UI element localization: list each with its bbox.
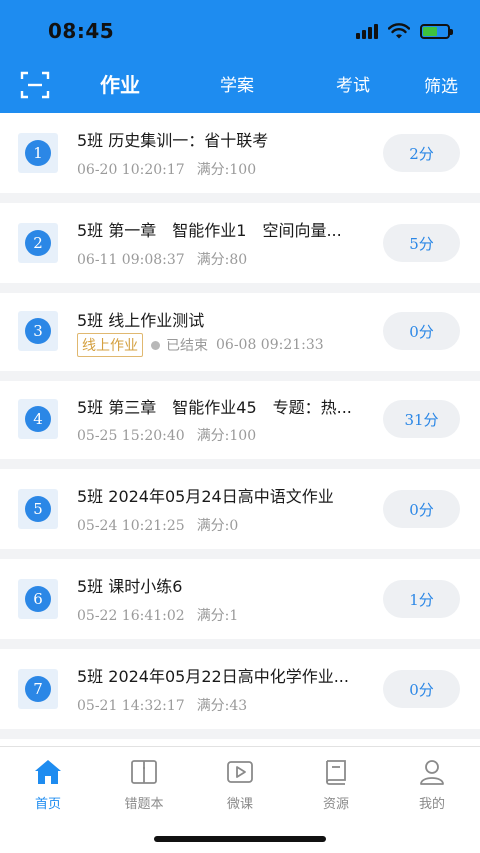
book-open-icon (131, 760, 157, 784)
item-meta: 06-20 10:20:17 满分:100 (77, 159, 256, 179)
item-full-score: 满分:43 (196, 698, 248, 714)
homework-item-partial (0, 739, 480, 746)
item-meta: 06-11 09:08:37 满分:80 (77, 249, 247, 269)
item-number-badge: 5 (18, 489, 58, 529)
tab-homework[interactable]: 作业 (100, 69, 140, 98)
score-pill[interactable]: 0分 (383, 312, 460, 350)
status-bar: 08:45 (0, 0, 480, 58)
resource-book-icon (326, 760, 346, 785)
tabbar-label: 资源 (322, 797, 349, 812)
homework-item-3[interactable]: 3 5班 线上作业测试 线上作业 已结束 06-08 09:21:33 0分 (0, 293, 480, 371)
item-number: 2 (25, 230, 51, 256)
tabbar-item-home[interactable]: 首页 (8, 757, 88, 812)
item-meta: 05-25 15:20:40 满分:100 (77, 425, 256, 445)
wifi-icon (388, 23, 410, 39)
item-meta: 05-22 16:41:02 满分:1 (77, 605, 238, 625)
online-homework-tag: 线上作业 (77, 333, 143, 357)
item-number-badge: 4 (18, 399, 58, 439)
item-meta: 05-21 14:32:17 满分:43 (77, 695, 247, 715)
item-end-date: 06-08 09:21:33 (216, 337, 324, 353)
item-full-score: 满分:100 (196, 162, 257, 178)
top-nav: 作业 学案 考试 筛选 (0, 58, 480, 113)
app-header: 08:45 作业 学案 考试 筛选 (0, 0, 480, 113)
tab-study-guide[interactable]: 学案 (220, 71, 254, 96)
homework-item-6[interactable]: 6 5班 课时小练6 05-22 16:41:02 满分:1 1分 (0, 559, 480, 639)
filter-button[interactable]: 筛选 (424, 72, 458, 97)
cellular-signal-icon (356, 23, 378, 39)
item-title: 5班 课时小练6 (77, 577, 183, 596)
person-icon (420, 760, 444, 785)
item-full-score: 满分:100 (196, 428, 257, 444)
item-number: 3 (25, 318, 51, 344)
video-icon (227, 761, 253, 783)
item-title: 5班 第三章 智能作业45 专题：热... (77, 398, 352, 417)
item-number-badge: 2 (18, 223, 58, 263)
home-indicator (154, 836, 326, 842)
item-number-badge: 7 (18, 669, 58, 709)
item-number: 6 (25, 586, 51, 612)
item-meta: 线上作业 已结束 06-08 09:21:33 (77, 333, 324, 357)
item-date: 05-24 10:21:25 (77, 518, 185, 534)
item-status: 已结束 (166, 338, 208, 354)
item-number-badge: 1 (18, 133, 58, 173)
item-full-score: 满分:0 (196, 518, 239, 534)
item-full-score: 满分:1 (196, 608, 239, 624)
item-title: 5班 历史集训一：省十联考 (77, 131, 269, 150)
homework-item-4[interactable]: 4 5班 第三章 智能作业45 专题：热... 05-25 15:20:40 满分… (0, 381, 480, 459)
score-pill[interactable]: 2分 (383, 134, 460, 172)
item-number-badge: 6 (18, 579, 58, 619)
item-date: 05-21 14:32:17 (77, 698, 185, 714)
home-icon (35, 760, 61, 784)
item-title: 5班 第一章 智能作业1 空间向量... (77, 221, 342, 240)
tabbar-label: 首页 (34, 797, 61, 812)
status-dot-icon (151, 340, 160, 350)
item-date: 05-22 16:41:02 (77, 608, 185, 624)
tabbar-item-mistakes[interactable]: 错题本 (104, 757, 184, 812)
status-icons (356, 21, 453, 41)
score-pill[interactable]: 5分 (383, 224, 460, 262)
item-title: 5班 线上作业测试 (77, 311, 205, 330)
tabbar-item-resources[interactable]: 资源 (296, 757, 376, 812)
item-number: 4 (25, 406, 51, 432)
homework-item-5[interactable]: 5 5班 2024年05月24日高中语文作业 05-24 10:21:25 满分:… (0, 469, 480, 549)
item-date: 06-20 10:20:17 (77, 162, 185, 178)
tabbar-item-microlessons[interactable]: 微课 (200, 757, 280, 812)
tabbar-label: 我的 (418, 797, 445, 812)
tabbar-item-profile[interactable]: 我的 (392, 757, 472, 812)
item-date: 06-11 09:08:37 (77, 252, 185, 268)
item-number-badge: 3 (18, 311, 58, 351)
score-pill[interactable]: 31分 (383, 400, 460, 438)
tabbar-label: 微课 (226, 797, 253, 812)
status-time: 08:45 (48, 19, 115, 43)
item-number: 7 (25, 676, 51, 702)
score-pill[interactable]: 1分 (383, 580, 460, 618)
item-title: 5班 2024年05月24日高中语文作业 (77, 487, 334, 506)
homework-item-7[interactable]: 7 5班 2024年05月22日高中化学作业... 05-21 14:32:17… (0, 649, 480, 729)
item-date: 05-25 15:20:40 (77, 428, 185, 444)
item-title: 5班 2024年05月22日高中化学作业... (77, 667, 349, 686)
score-pill[interactable]: 0分 (383, 670, 460, 708)
homework-item-2[interactable]: 2 5班 第一章 智能作业1 空间向量... 06-11 09:08:37 满分:… (0, 203, 480, 283)
homework-item-1[interactable]: 1 5班 历史集训一：省十联考 06-20 10:20:17 满分:100 2分 (0, 113, 480, 193)
tab-exam[interactable]: 考试 (336, 71, 370, 96)
item-number: 5 (25, 496, 51, 522)
tabbar-label: 错题本 (124, 797, 164, 812)
item-meta: 05-24 10:21:25 满分:0 (77, 515, 238, 535)
battery-charging-icon (420, 23, 453, 39)
item-full-score: 满分:80 (196, 252, 248, 268)
item-number: 1 (25, 140, 51, 166)
score-pill[interactable]: 0分 (383, 490, 460, 528)
scan-icon[interactable] (20, 70, 50, 100)
